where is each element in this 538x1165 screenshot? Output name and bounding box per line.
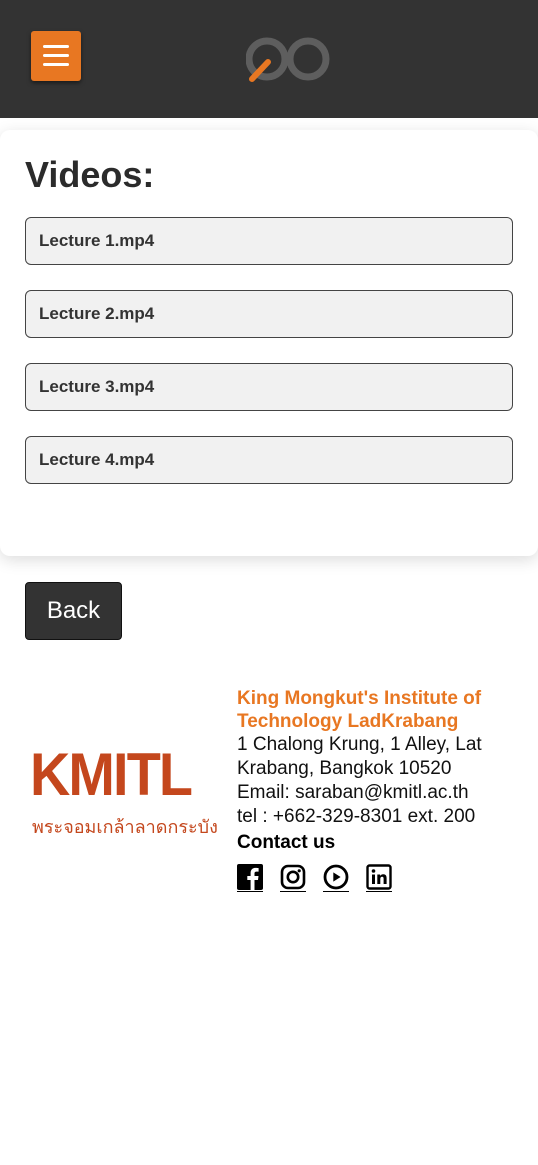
video-item-lecture-1[interactable]: Lecture 1.mp4: [25, 217, 513, 265]
footer-info: King Mongkut's Institute of Technology L…: [237, 687, 533, 856]
videos-card: Videos: Lecture 1.mp4 Lecture 2.mp4 Lect…: [0, 130, 538, 556]
menu-button[interactable]: [31, 31, 81, 81]
org-name: King Mongkut's Institute of Technology L…: [237, 688, 482, 732]
linkedin-link[interactable]: [366, 864, 392, 892]
back-button[interactable]: Back: [25, 582, 122, 640]
video-item-lecture-3[interactable]: Lecture 3.mp4: [25, 363, 513, 411]
video-label: Lecture 1.mp4: [39, 231, 155, 250]
top-navbar: [0, 0, 538, 118]
youtube-icon: [323, 864, 349, 890]
infinity-logo-icon[interactable]: [246, 33, 334, 87]
facebook-icon: [237, 864, 263, 890]
youtube-link[interactable]: [323, 864, 349, 892]
telephone: tel : +662-329-8301 ext. 200: [237, 806, 476, 827]
videos-heading: Videos:: [25, 154, 155, 195]
video-label: Lecture 3.mp4: [39, 377, 155, 396]
video-label: Lecture 4.mp4: [39, 450, 155, 469]
video-item-lecture-4[interactable]: Lecture 4.mp4: [25, 436, 513, 484]
instagram-icon: [280, 864, 306, 890]
kmitl-logo-text: KMITL: [30, 741, 193, 808]
instagram-link[interactable]: [280, 864, 306, 892]
kmitl-logo: KMITL พระจอมเกล้าลาดกระบัง: [30, 742, 224, 838]
linkedin-icon: [366, 864, 392, 890]
video-label: Lecture 2.mp4: [39, 304, 155, 323]
video-item-lecture-2[interactable]: Lecture 2.mp4: [25, 290, 513, 338]
address: 1 Chalong Krung, 1 Alley, Lat Krabang, B…: [237, 734, 482, 779]
kmitl-logo-thai-text: พระจอมเกล้าลาดกระบัง: [32, 817, 218, 837]
email: Email: saraban@kmitl.ac.th: [237, 782, 469, 803]
contact-heading: Contact us: [237, 832, 336, 853]
facebook-link[interactable]: [237, 864, 263, 892]
